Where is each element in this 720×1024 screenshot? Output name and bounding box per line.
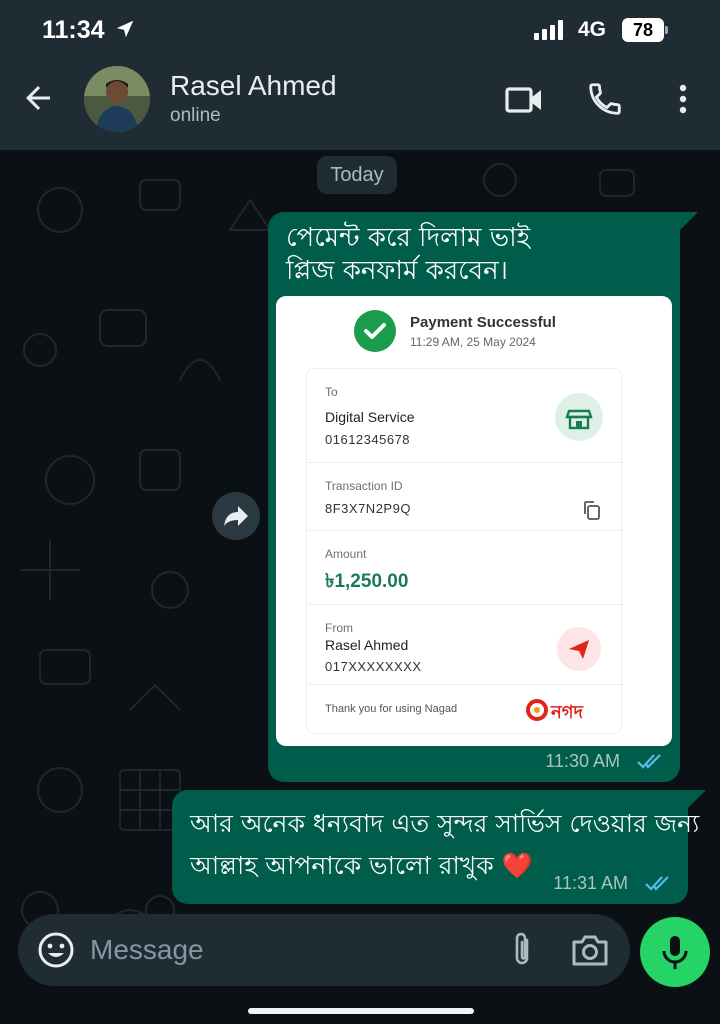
date-chip: Today — [317, 156, 397, 194]
to-number: 01612345678 — [325, 432, 411, 447]
mic-button[interactable] — [640, 917, 710, 987]
to-name: Digital Service — [325, 409, 415, 425]
send-plane-icon — [557, 627, 601, 671]
phone-icon[interactable] — [586, 80, 624, 118]
contact-name[interactable]: Rasel Ahmed — [170, 70, 337, 102]
payment-status: Payment Successful — [410, 314, 556, 331]
txn-label: Transaction ID — [325, 479, 403, 493]
amount-label: Amount — [325, 547, 367, 561]
back-arrow-icon[interactable] — [20, 80, 56, 116]
signal-icon — [534, 20, 563, 40]
nagad-brand-text: নগদ — [551, 702, 583, 723]
camera-icon[interactable] — [570, 932, 610, 968]
chat-area[interactable]: Today পেমেন্ট করে দিলাম ভাই প্লিজ কনফার্… — [0, 150, 720, 996]
receipt-row-footer: Thank you for using Nagad নগদ — [307, 685, 623, 735]
message-line: আর অনেক ধন্যবাদ এত সুন্দর সার্ভিস দেওয়া… — [190, 809, 700, 838]
system-nav-bar — [0, 996, 720, 1024]
copy-icon[interactable] — [581, 499, 603, 521]
from-label: From — [325, 621, 353, 635]
payment-receipt-image[interactable]: Payment Successful 11:29 AM, 25 May 2024… — [276, 296, 672, 746]
receipt-row-from: From Rasel Ahmed 017XXXXXXXX — [307, 605, 623, 685]
receipt-row-amount: Amount ৳1,250.00 — [307, 531, 623, 605]
from-name: Rasel Ahmed — [325, 637, 409, 653]
emoji-icon[interactable] — [36, 930, 76, 970]
battery-icon: 78 — [622, 18, 668, 42]
location-arrow-icon — [116, 20, 134, 38]
message-line: পেমেন্ট করে দিলাম ভাই — [286, 223, 531, 253]
double-check-icon — [637, 754, 661, 769]
contact-presence: online — [170, 105, 221, 126]
outgoing-message-bubble[interactable]: আর অনেক ধন্যবাদ এত সুন্দর সার্ভিস দেওয়া… — [172, 790, 699, 904]
mic-icon — [662, 936, 688, 969]
message-line: প্লিজ কনফার্ম করবেন। — [286, 256, 508, 286]
avatar-photo — [84, 66, 150, 132]
thanks-text: Thank you for using Nagad — [325, 703, 458, 715]
battery-cap — [665, 26, 668, 34]
receipt-row-to: To Digital Service 01612345678 — [307, 369, 623, 463]
double-check-icon — [645, 876, 669, 891]
avatar[interactable] — [84, 66, 150, 132]
outgoing-message-bubble[interactable]: পেমেন্ট করে দিলাম ভাই প্লিজ কনফার্ম করবে… — [268, 212, 680, 782]
status-bar: 11:34 4G 78 — [0, 0, 720, 56]
to-label: To — [325, 385, 338, 399]
home-indicator[interactable] — [248, 1008, 474, 1014]
from-number: 017XXXXXXXX — [325, 659, 422, 674]
status-time: 11:34 — [42, 16, 105, 44]
attach-icon[interactable] — [508, 930, 538, 970]
message-input[interactable] — [90, 914, 480, 986]
check-circle-icon — [354, 310, 396, 352]
chat-header: Rasel Ahmed online — [0, 56, 720, 150]
message-text: পেমেন্ট করে দিলাম ভাই প্লিজ কনফার্ম করবে… — [286, 222, 666, 288]
payment-datetime: 11:29 AM, 25 May 2024 — [410, 335, 536, 349]
txn-id: 8F3X7N2P9Q — [325, 501, 411, 516]
message-time: 11:30 AM — [545, 751, 620, 771]
battery-level: 78 — [622, 18, 664, 42]
store-icon — [555, 393, 603, 441]
nagad-logo: নগদ — [525, 695, 601, 723]
amount-value: ৳1,250.00 — [325, 571, 409, 592]
message-composer — [18, 914, 630, 986]
message-time: 11:31 AM — [553, 873, 628, 893]
more-vert-icon[interactable] — [670, 80, 696, 118]
forward-icon — [224, 506, 248, 526]
message-line: আল্লাহ আপনাকে ভালো রাখুক ❤️ — [190, 851, 533, 880]
receipt-row-transaction: Transaction ID 8F3X7N2P9Q — [307, 463, 623, 531]
receipt-card: To Digital Service 01612345678 Transacti… — [306, 368, 623, 735]
video-call-icon[interactable] — [504, 82, 544, 118]
network-type: 4G — [578, 18, 607, 41]
forward-button[interactable] — [212, 492, 260, 540]
